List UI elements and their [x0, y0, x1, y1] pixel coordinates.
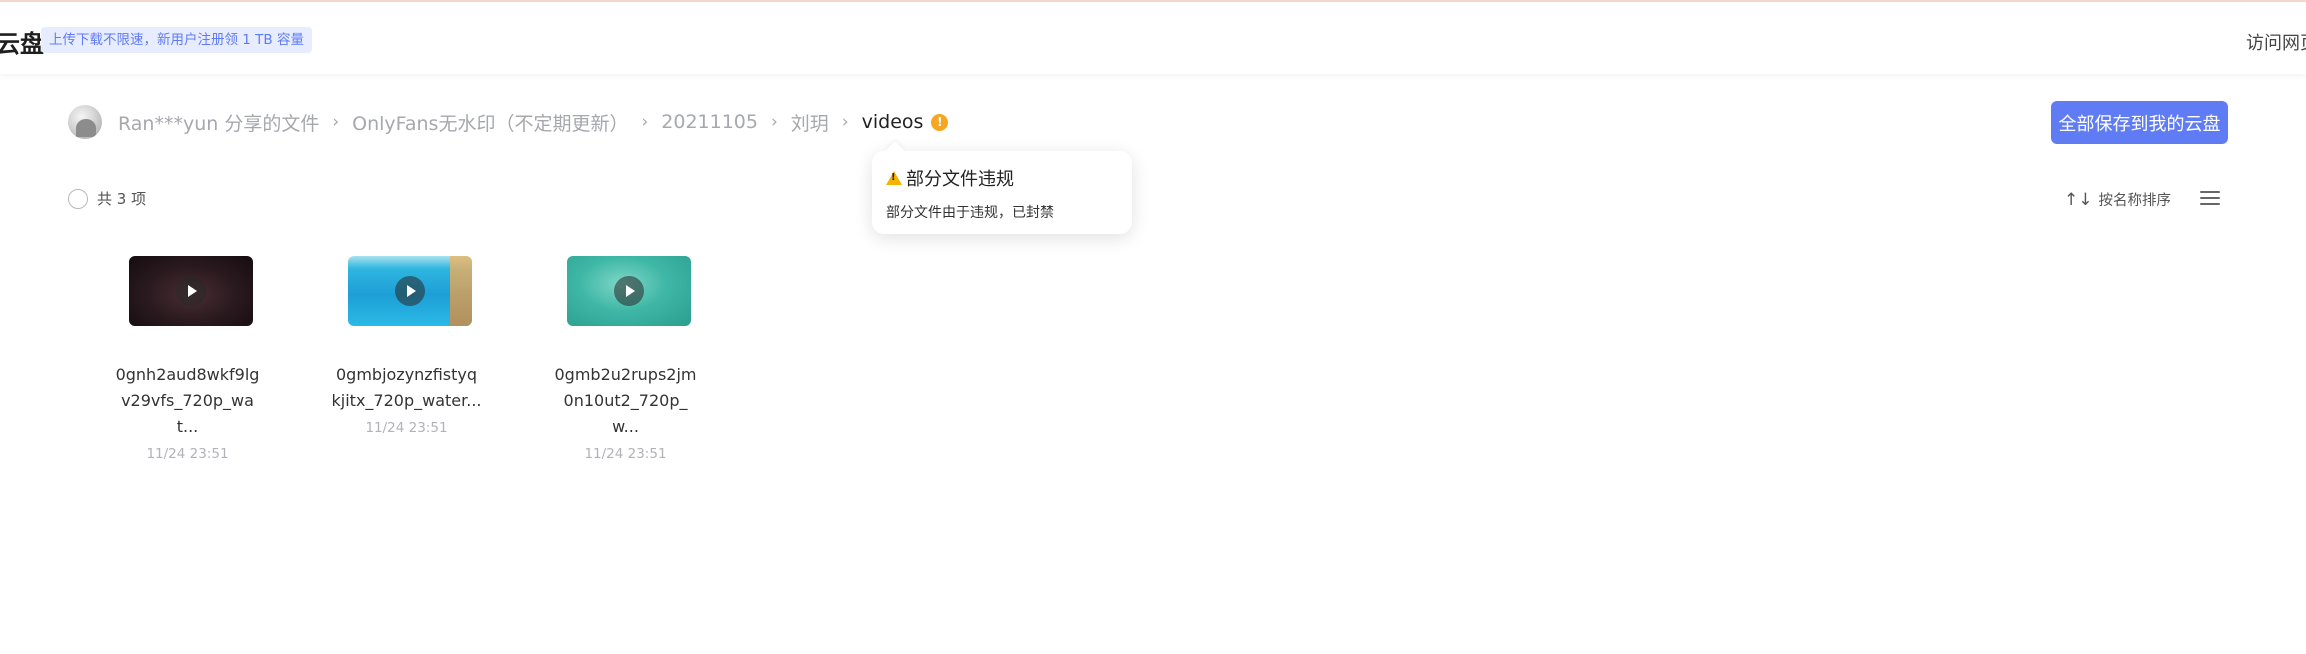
- tooltip-body: 部分文件由于违规，已封禁: [886, 205, 1054, 221]
- header-bar: 云盘 上传下载不限速，新用户注册领 1 TB 容量 访问网页: [0, 2, 2306, 74]
- breadcrumb-item-date[interactable]: 20211105: [661, 111, 758, 133]
- file-name[interactable]: 0gmbjozynzfistyq kjitx_720p_water...: [332, 362, 482, 414]
- avatar[interactable]: [68, 105, 102, 139]
- breadcrumb: Ran***yun 分享的文件 › OnlyFans无水印（不定期更新） › 2…: [68, 103, 949, 141]
- file-name[interactable]: 0gmb2u2rups2jm 0n10ut2_720p_w...: [551, 362, 701, 440]
- item-count: 共 3 项: [97, 190, 147, 208]
- file-time: 11/24 23:51: [146, 446, 229, 462]
- tooltip-title: 部分文件违规: [906, 169, 1014, 190]
- app-logo[interactable]: 云盘: [0, 24, 44, 59]
- breadcrumb-separator-icon: ›: [841, 112, 849, 132]
- video-thumbnail[interactable]: [566, 256, 691, 326]
- file-item[interactable]: 0gmb2u2rups2jm 0n10ut2_720p_w... 11/24 2…: [516, 256, 735, 462]
- breadcrumb-current: videos: [861, 111, 924, 133]
- play-icon[interactable]: [175, 276, 206, 306]
- sort-button[interactable]: ↑↓ 按名称排序: [2064, 189, 2171, 210]
- list-view-toggle-icon[interactable]: [2200, 189, 2220, 207]
- select-all-checkbox[interactable]: [68, 188, 88, 209]
- file-item[interactable]: 0gmbjozynzfistyq kjitx_720p_water... 11/…: [297, 256, 516, 462]
- play-icon[interactable]: [394, 276, 425, 306]
- breadcrumb-item-owner[interactable]: Ran***yun 分享的文件: [118, 109, 319, 136]
- play-icon[interactable]: [613, 276, 644, 306]
- breadcrumb-separator-icon: ›: [332, 112, 340, 132]
- visit-web-link[interactable]: 访问网页: [2246, 29, 2306, 55]
- video-thumbnail[interactable]: [128, 256, 253, 326]
- violation-tooltip: 部分文件违规 部分文件由于违规，已封禁: [872, 151, 1132, 234]
- breadcrumb-item-subfolder[interactable]: 刘玥: [791, 109, 829, 136]
- file-item[interactable]: 0gnh2aud8wkf9lg v29vfs_720p_wat... 11/24…: [78, 256, 297, 462]
- promo-badge[interactable]: 上传下载不限速，新用户注册领 1 TB 容量: [41, 27, 312, 53]
- sort-icon: ↑↓: [2064, 189, 2093, 210]
- warning-triangle-icon: [886, 171, 902, 185]
- list-toolbar: 共 3 项: [68, 188, 146, 209]
- tooltip-title-row: 部分文件违规: [886, 165, 1118, 191]
- breadcrumb-separator-icon: ›: [641, 112, 649, 132]
- file-grid: 0gnh2aud8wkf9lg v29vfs_720p_wat... 11/24…: [78, 256, 735, 462]
- warning-icon[interactable]: !: [931, 113, 949, 131]
- video-thumbnail[interactable]: [347, 256, 472, 326]
- breadcrumb-item-folder[interactable]: OnlyFans无水印（不定期更新）: [352, 109, 628, 136]
- save-all-button[interactable]: 全部保存到我的云盘: [2051, 101, 2228, 144]
- breadcrumb-separator-icon: ›: [770, 112, 778, 132]
- file-name[interactable]: 0gnh2aud8wkf9lg v29vfs_720p_wat...: [113, 362, 263, 440]
- sort-label: 按名称排序: [2098, 193, 2172, 209]
- file-time: 11/24 23:51: [584, 446, 667, 462]
- file-time: 11/24 23:51: [365, 420, 448, 436]
